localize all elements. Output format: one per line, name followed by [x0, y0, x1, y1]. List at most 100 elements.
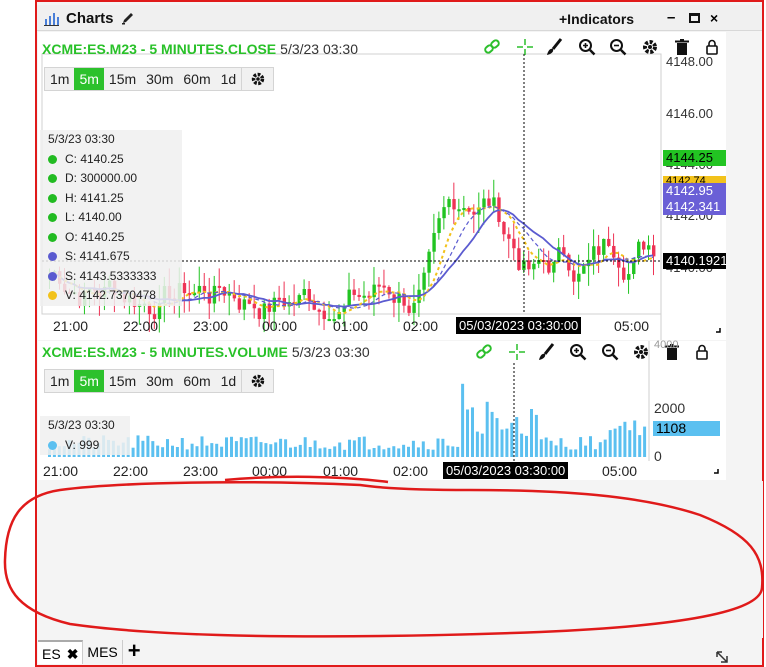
timeframe-1d[interactable]: 1d	[216, 68, 242, 90]
legend-date: 5/3/23 03:30	[48, 418, 115, 432]
volume-bar	[569, 449, 573, 457]
settings-gear-icon[interactable]	[641, 38, 659, 56]
candle-body	[382, 285, 386, 288]
volume-bar	[456, 446, 460, 457]
timeframe-15m[interactable]: 15m	[104, 68, 141, 90]
volume-bar	[249, 437, 253, 457]
volume-bar	[323, 447, 327, 457]
candle-body	[637, 241, 641, 259]
indicators-button[interactable]: +Indicators	[559, 11, 634, 27]
volume-bar	[392, 446, 396, 457]
volume-bar	[603, 439, 607, 457]
time-axis-label: 05:00	[602, 463, 638, 479]
chart-icon	[44, 13, 59, 26]
timeframe-1d[interactable]: 1d	[216, 370, 242, 392]
volume-chart[interactable]	[38, 341, 726, 480]
volume-bar	[421, 441, 425, 457]
add-tab-button[interactable]: +	[123, 640, 146, 664]
candle-body	[347, 289, 351, 307]
timeframe-5m[interactable]: 5m	[74, 68, 104, 90]
timeframe-60m[interactable]: 60m	[178, 68, 215, 90]
timeframe-30m[interactable]: 30m	[141, 68, 178, 90]
volume-bar	[244, 438, 248, 457]
brush-icon[interactable]	[545, 38, 563, 56]
candle-body	[547, 260, 551, 273]
tab-es[interactable]: ES ✖	[38, 640, 84, 664]
candle-body	[512, 238, 516, 249]
volume-bar	[328, 448, 332, 457]
volume-bar	[441, 438, 445, 457]
time-axis-label: 22:00	[113, 463, 149, 479]
volume-bar	[431, 449, 435, 457]
time-axis-label: 00:00	[262, 318, 298, 334]
volume-timeframe-bar: 1m 5m 15m 30m 60m 1d	[44, 369, 275, 393]
volume-bar	[525, 435, 528, 457]
legend-row: S: 4141.675	[40, 247, 182, 267]
crosshair-icon[interactable]	[508, 343, 526, 361]
volume-bar	[180, 438, 184, 457]
legend-dot	[48, 154, 57, 164]
timeframe-30m[interactable]: 30m	[141, 370, 178, 392]
volume-bar	[230, 436, 233, 457]
sma1-price-tag: 4142.95	[663, 183, 726, 199]
lock-icon[interactable]	[693, 343, 711, 361]
volume-chart-pane[interactable]: XCME:ES.M23 - 5 MINUTES.VOLUME 5/3/23 03:…	[38, 339, 726, 480]
time-axis-label: 21:00	[43, 463, 79, 479]
volume-bar	[338, 442, 342, 457]
close-tab-icon[interactable]: ✖	[67, 646, 79, 662]
price-timeframe-bar: 1m 5m 15m 30m 60m 1d	[44, 67, 275, 91]
timeframe-settings-gear-icon[interactable]	[241, 68, 273, 90]
zoom-in-icon[interactable]	[578, 38, 596, 56]
volume-bar	[554, 445, 558, 457]
close-button[interactable]: ×	[710, 10, 718, 26]
minimize-button[interactable]: –	[667, 9, 675, 26]
volume-bar	[210, 443, 214, 457]
candle-body	[317, 309, 321, 312]
volume-bar	[185, 449, 189, 457]
timeframe-1m[interactable]: 1m	[45, 370, 74, 392]
timeframe-15m[interactable]: 15m	[104, 370, 141, 392]
timeframe-settings-gear-icon[interactable]	[241, 370, 273, 392]
candle-body	[427, 251, 431, 273]
maximize-button[interactable]	[689, 13, 700, 23]
timeframe-1m[interactable]: 1m	[45, 68, 74, 90]
timeframe-60m[interactable]: 60m	[178, 370, 215, 392]
volume-bar	[539, 439, 543, 457]
volume-symbol-label: XCME:ES.M23 - 5 MINUTES.VOLUME	[42, 344, 288, 360]
volume-bar	[195, 446, 199, 457]
candle-body	[437, 218, 441, 233]
time-axis-label: 00:00	[252, 463, 288, 479]
candle-body	[432, 232, 436, 252]
legend-dot	[48, 252, 57, 261]
link-icon[interactable]	[483, 38, 501, 56]
price-chart-pane[interactable]: XCME:ES.M23 - 5 MINUTES.CLOSE 5/3/23 03:3…	[38, 32, 726, 340]
cursor-time-label: 05/03/2023 03:30:00	[456, 317, 582, 334]
crosshair-icon[interactable]	[516, 38, 534, 56]
zoom-out-icon[interactable]	[601, 343, 619, 361]
volume-bar	[343, 449, 347, 457]
volume-bar	[466, 409, 469, 457]
volume-bar	[618, 425, 622, 457]
brush-icon[interactable]	[537, 343, 555, 361]
candle-body	[602, 238, 606, 255]
zoom-in-icon[interactable]	[569, 343, 587, 361]
edit-title-icon[interactable]	[121, 11, 135, 25]
volume-bar	[175, 447, 179, 457]
time-axis-label: 01:00	[323, 463, 359, 479]
volume-bar	[475, 431, 479, 457]
candle-body	[607, 238, 611, 246]
pane-resize-corner	[716, 328, 721, 333]
volume-axis-label: 2000	[654, 400, 686, 416]
volume-bar	[239, 437, 243, 457]
tab-mes[interactable]: MES	[83, 640, 123, 664]
resize-handle-icon[interactable]	[715, 650, 729, 664]
settings-gear-icon[interactable]	[632, 343, 650, 361]
volume-bar	[490, 411, 494, 457]
link-icon[interactable]	[475, 343, 493, 361]
legend-dot	[48, 174, 57, 183]
timeframe-5m[interactable]: 5m	[74, 370, 104, 392]
volume-datetime-label: 5/3/23 03:30	[291, 344, 370, 360]
zoom-out-icon[interactable]	[609, 38, 627, 56]
candle-body	[397, 293, 401, 303]
empty-chart-area[interactable]	[38, 481, 763, 638]
